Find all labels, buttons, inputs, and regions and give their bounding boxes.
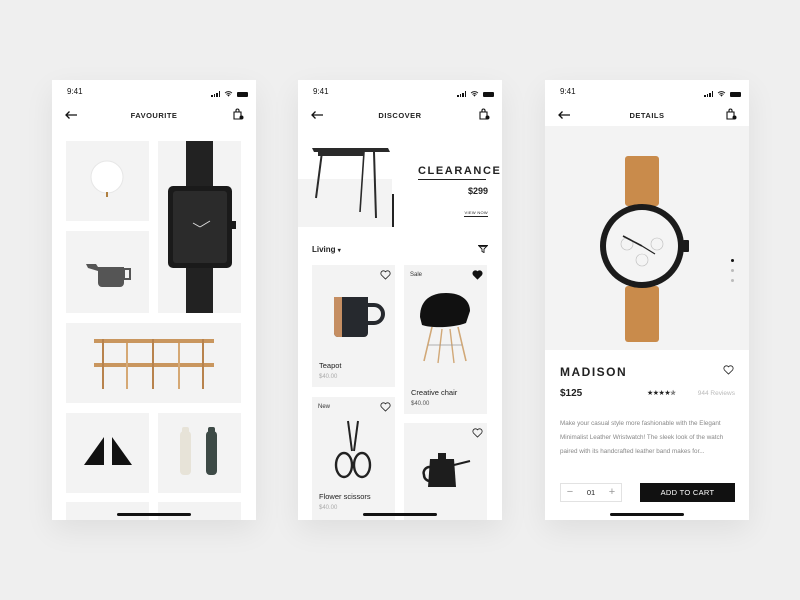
- home-indicator: [117, 513, 191, 516]
- watch-product-image: [600, 156, 689, 342]
- signal-icon: [211, 91, 220, 97]
- increase-button[interactable]: +: [606, 486, 618, 499]
- product-card-kettle[interactable]: [404, 423, 487, 520]
- product-price: $125: [560, 388, 583, 399]
- wifi-icon: [717, 91, 726, 97]
- battery-icon: [237, 92, 248, 97]
- status-time: 9:41: [560, 87, 576, 96]
- heart-icon[interactable]: [380, 402, 391, 412]
- category-dropdown[interactable]: Living ▾: [312, 245, 341, 254]
- product-price-value: $40.00: [411, 401, 430, 407]
- scissors-image: [334, 420, 372, 479]
- page-title: DETAILS: [629, 111, 665, 120]
- product-image-carousel[interactable]: [545, 126, 749, 350]
- home-indicator: [363, 513, 437, 516]
- sale-badge: Sale: [410, 272, 423, 278]
- view-now-link[interactable]: VIEW NOW: [464, 210, 488, 217]
- product-title: MADISON: [560, 365, 628, 379]
- product-name: Teapot: [319, 361, 342, 370]
- status-bar: 9:41: [298, 87, 502, 99]
- product-name: Creative chair: [411, 388, 458, 397]
- discover-screen: 9:41 DISCOVER CLEARANCE $299 VIEW NOW Li…: [298, 80, 502, 520]
- kettle-image: [422, 453, 471, 487]
- bag-icon[interactable]: [725, 108, 737, 120]
- bookends-image: [84, 437, 132, 465]
- rating-stars: ★★★★✯: [647, 390, 676, 397]
- favourite-item-watch[interactable]: [158, 141, 241, 313]
- carousel-dot[interactable]: [731, 279, 734, 282]
- clearance-desk-image[interactable]: [298, 138, 398, 228]
- battery-icon: [483, 92, 494, 97]
- status-bar: 9:41: [52, 87, 256, 99]
- signal-icon: [704, 91, 713, 97]
- clearance-price: $299: [467, 186, 488, 196]
- watch-image: [168, 141, 236, 313]
- favourite-item-bookends[interactable]: [66, 413, 149, 493]
- wifi-icon: [224, 91, 233, 97]
- grinders-image: [180, 427, 217, 475]
- lamp-image: [90, 160, 124, 197]
- clearance-title: CLEARANCE: [418, 165, 502, 177]
- shelf-image: [94, 339, 214, 389]
- new-badge: New: [318, 404, 331, 410]
- favourite-item-lamp[interactable]: [66, 141, 149, 221]
- favourite-item[interactable]: [158, 502, 241, 520]
- heart-icon[interactable]: [380, 270, 391, 280]
- carousel-dot[interactable]: [731, 269, 734, 272]
- details-screen: 9:41 DETAILS MADISON $125 ★★★★✯ 944 Revi…: [545, 80, 749, 520]
- filter-icon[interactable]: [478, 245, 488, 253]
- heart-icon[interactable]: [472, 270, 483, 280]
- carousel-dots[interactable]: [731, 259, 734, 282]
- product-card-chair[interactable]: Sale Creative chair $40.00: [404, 265, 487, 414]
- chevron-down-icon: ▾: [337, 248, 341, 254]
- favourite-item-shelf[interactable]: [66, 323, 241, 403]
- product-card-teapot[interactable]: Teapot $40.00: [312, 265, 395, 387]
- favourite-screen: 9:41 FAVOURITE: [52, 80, 256, 520]
- favourite-item-grinders[interactable]: [158, 413, 241, 493]
- favourite-item[interactable]: [66, 502, 149, 520]
- signal-icon: [457, 91, 466, 97]
- product-name: Flower scissors: [319, 492, 371, 501]
- mug-image: [334, 297, 385, 337]
- chair-image: [420, 293, 470, 364]
- product-card-scissors[interactable]: New Flower scissors $40.00: [312, 397, 395, 520]
- category-label: Living: [312, 245, 336, 254]
- page-title: FAVOURITE: [130, 111, 178, 120]
- teapot-image: [86, 264, 131, 287]
- product-price: $40.00: [411, 401, 429, 407]
- title-underline: [418, 179, 486, 180]
- heart-icon[interactable]: [472, 428, 483, 438]
- carousel-dot[interactable]: [731, 259, 734, 262]
- favourite-item-teapot[interactable]: [66, 231, 149, 313]
- status-time: 9:41: [67, 87, 83, 96]
- battery-icon: [730, 92, 741, 97]
- bag-icon[interactable]: [478, 108, 490, 120]
- add-to-cart-button[interactable]: ADD TO CART: [640, 483, 735, 502]
- status-bar: 9:41: [545, 87, 749, 99]
- product-price: $40.00: [319, 374, 338, 380]
- product-price: $40.00: [319, 505, 338, 511]
- product-description: Make your casual style more fashionable …: [560, 420, 724, 455]
- page-title: DISCOVER: [378, 111, 422, 120]
- status-time: 9:41: [313, 87, 329, 96]
- wifi-icon: [470, 91, 479, 97]
- home-indicator: [610, 513, 684, 516]
- quantity-stepper: − 01 +: [560, 483, 622, 502]
- reviews-count[interactable]: 944 Reviews: [698, 390, 735, 397]
- bag-icon[interactable]: [232, 108, 244, 120]
- heart-icon[interactable]: [723, 365, 734, 375]
